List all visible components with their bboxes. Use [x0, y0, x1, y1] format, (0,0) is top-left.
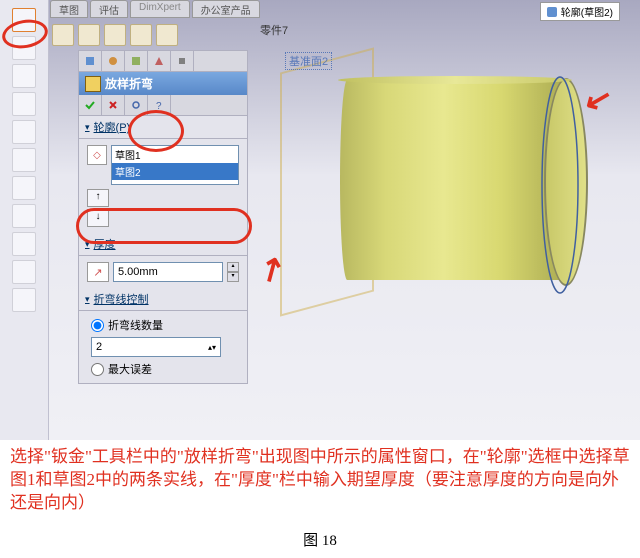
figure-caption: 图 18 [0, 521, 640, 558]
tool-4[interactable] [12, 92, 36, 116]
thickness-direction-button[interactable]: ↗ [87, 262, 109, 282]
radio-count-input[interactable] [91, 319, 104, 332]
tab-evaluate[interactable]: 评估 [90, 0, 128, 18]
thickness-input[interactable]: 5.00mm [113, 262, 223, 282]
breadcrumb[interactable]: 轮廓(草图2) [540, 2, 620, 21]
radio-error-input[interactable] [91, 363, 104, 376]
tool-6[interactable] [12, 148, 36, 172]
radio-count-label: 折弯线数量 [108, 317, 163, 333]
ok-button[interactable] [79, 95, 102, 115]
cancel-button[interactable] [102, 95, 125, 115]
panel-tab-feature[interactable] [79, 51, 102, 71]
radio-error-label: 最大误差 [108, 361, 152, 377]
tool-9[interactable] [12, 232, 36, 256]
panel-tab-5[interactable] [171, 51, 194, 71]
radio-max-error[interactable]: 最大误差 [83, 359, 243, 379]
toolbar-icon-3[interactable] [104, 24, 126, 46]
toolbar-icon-1[interactable] [52, 24, 74, 46]
part-name: 零件7 [260, 22, 288, 38]
feature-toolbar [50, 18, 180, 52]
toolbar-icon-5[interactable] [156, 24, 178, 46]
tool-10[interactable] [12, 260, 36, 284]
toolbar-icon-4[interactable] [130, 24, 152, 46]
panel-tab-4[interactable] [148, 51, 171, 71]
ribbon-tabs: 草图 评估 DimXpert 办公室产品 [50, 0, 260, 18]
tool-8[interactable] [12, 204, 36, 228]
panel-tab-2[interactable] [102, 51, 125, 71]
instruction-text: 选择"钣金"工具栏中的"放样折弯"出现图中所示的属性窗口，在"轮廓"选框中选择草… [0, 440, 640, 521]
radio-bendline-count[interactable]: 折弯线数量 [83, 315, 243, 335]
panel-title-text: 放样折弯 [105, 75, 153, 92]
left-toolbar [0, 0, 49, 440]
move-up-button[interactable]: ↑ [87, 189, 109, 207]
profile-listbox[interactable]: 草图1 草图2 [111, 145, 239, 185]
profile-icon: ◇ [87, 145, 107, 165]
section-bendline: 折弯线数量 2▴▾ 最大误差 [79, 310, 247, 383]
section-bendline-title[interactable]: 折弯线控制 [79, 288, 247, 310]
panel-title: 放样折弯 [79, 72, 247, 95]
tool-11[interactable] [12, 288, 36, 312]
tool-3[interactable] [12, 64, 36, 88]
thickness-spinner[interactable]: ▴▾ [227, 262, 239, 282]
bendline-count-value: 2 [96, 341, 102, 353]
tool-7[interactable] [12, 176, 36, 200]
tab-sketch[interactable]: 草图 [50, 0, 88, 18]
profile-item-2[interactable]: 草图2 [112, 163, 238, 180]
panel-tab-3[interactable] [125, 51, 148, 71]
annotation-circle-thickness [76, 208, 252, 244]
panel-tabbar [79, 51, 247, 72]
tab-office[interactable]: 办公室产品 [192, 0, 260, 18]
cylinder-body [320, 70, 580, 290]
tab-dimxpert[interactable]: DimXpert [130, 0, 190, 18]
3d-viewport[interactable]: 基准面2 [250, 40, 635, 435]
section-thickness: ↗ 5.00mm ▴▾ [79, 255, 247, 288]
annotation-circle-profile [128, 110, 184, 152]
tool-5[interactable] [12, 120, 36, 144]
profile-item-1[interactable]: 草图1 [112, 146, 238, 163]
app-window: 草图 评估 DimXpert 办公室产品 零件7 轮廓(草图2) [0, 0, 640, 440]
thickness-value: 5.00mm [118, 266, 158, 278]
bendline-count-input[interactable]: 2▴▾ [91, 337, 221, 357]
plane-label: 基准面2 [285, 52, 332, 70]
toolbar-icon-2[interactable] [78, 24, 100, 46]
